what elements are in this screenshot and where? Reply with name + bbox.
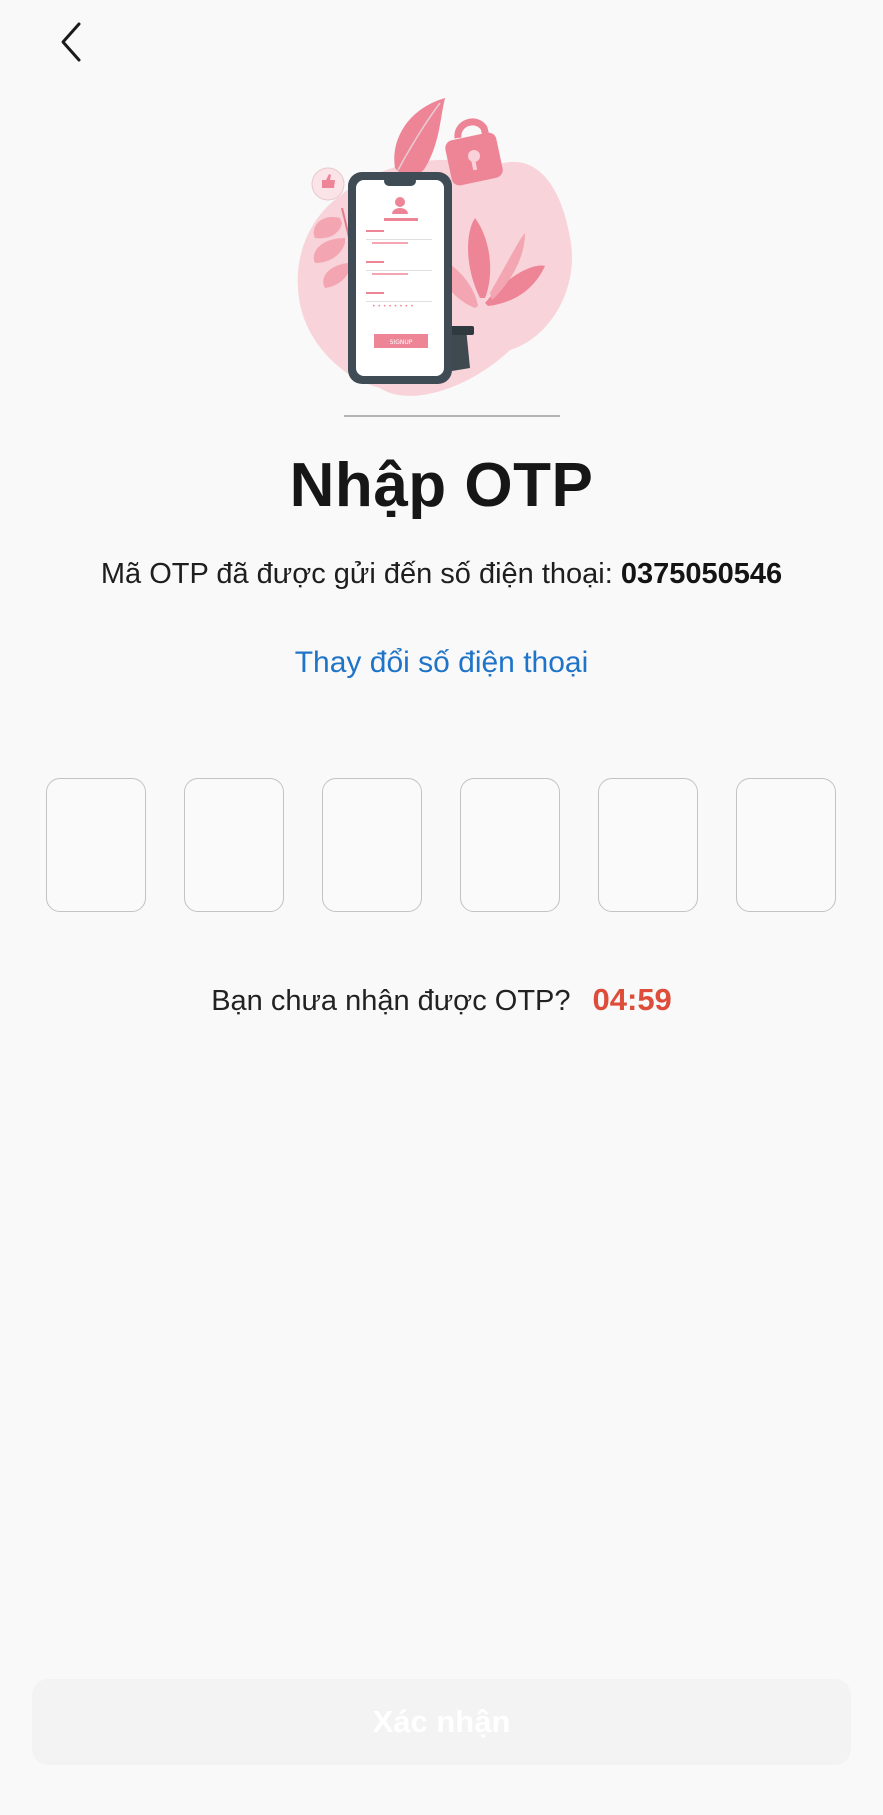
back-button[interactable]: [44, 14, 100, 70]
otp-sent-message: Mã OTP đã được gửi đến số điện thoại: 03…: [0, 558, 883, 591]
confirm-button[interactable]: Xác nhận: [32, 1679, 851, 1765]
phone-number: 0375050546: [620, 558, 783, 590]
otp-digit-3[interactable]: [322, 778, 422, 912]
otp-digit-1[interactable]: [46, 778, 146, 912]
resend-row: Bạn chưa nhận được OTP? 04:59: [0, 982, 883, 1018]
chevron-left-icon: [61, 22, 81, 62]
otp-input-group: [46, 778, 836, 914]
confirm-button-label: Xác nhận: [372, 1704, 511, 1739]
resend-prompt: Bạn chưa nhận được OTP?: [211, 985, 571, 1017]
otp-digit-4[interactable]: [460, 778, 560, 912]
otp-digit-6[interactable]: [736, 778, 836, 912]
svg-text:• • • • • • • •: • • • • • • • •: [372, 303, 414, 310]
otp-sent-prefix: Mã OTP đã được gửi đến số điện thoại:: [100, 558, 621, 590]
phone-illustration: • • • • • • • • SIGNUP: [348, 172, 452, 384]
change-phone-link[interactable]: Thay đổi số điện thoại: [0, 646, 883, 680]
lock-icon: [445, 118, 503, 186]
otp-digit-5[interactable]: [598, 778, 698, 912]
page-title: Nhập OTP: [289, 451, 594, 520]
otp-digit-2[interactable]: [184, 778, 284, 912]
otp-illustration: • • • • • • • • SIGNUP: [297, 98, 572, 417]
otp-countdown-timer: 04:59: [592, 982, 672, 1017]
illustration-signup-text: SIGNUP: [390, 339, 413, 346]
